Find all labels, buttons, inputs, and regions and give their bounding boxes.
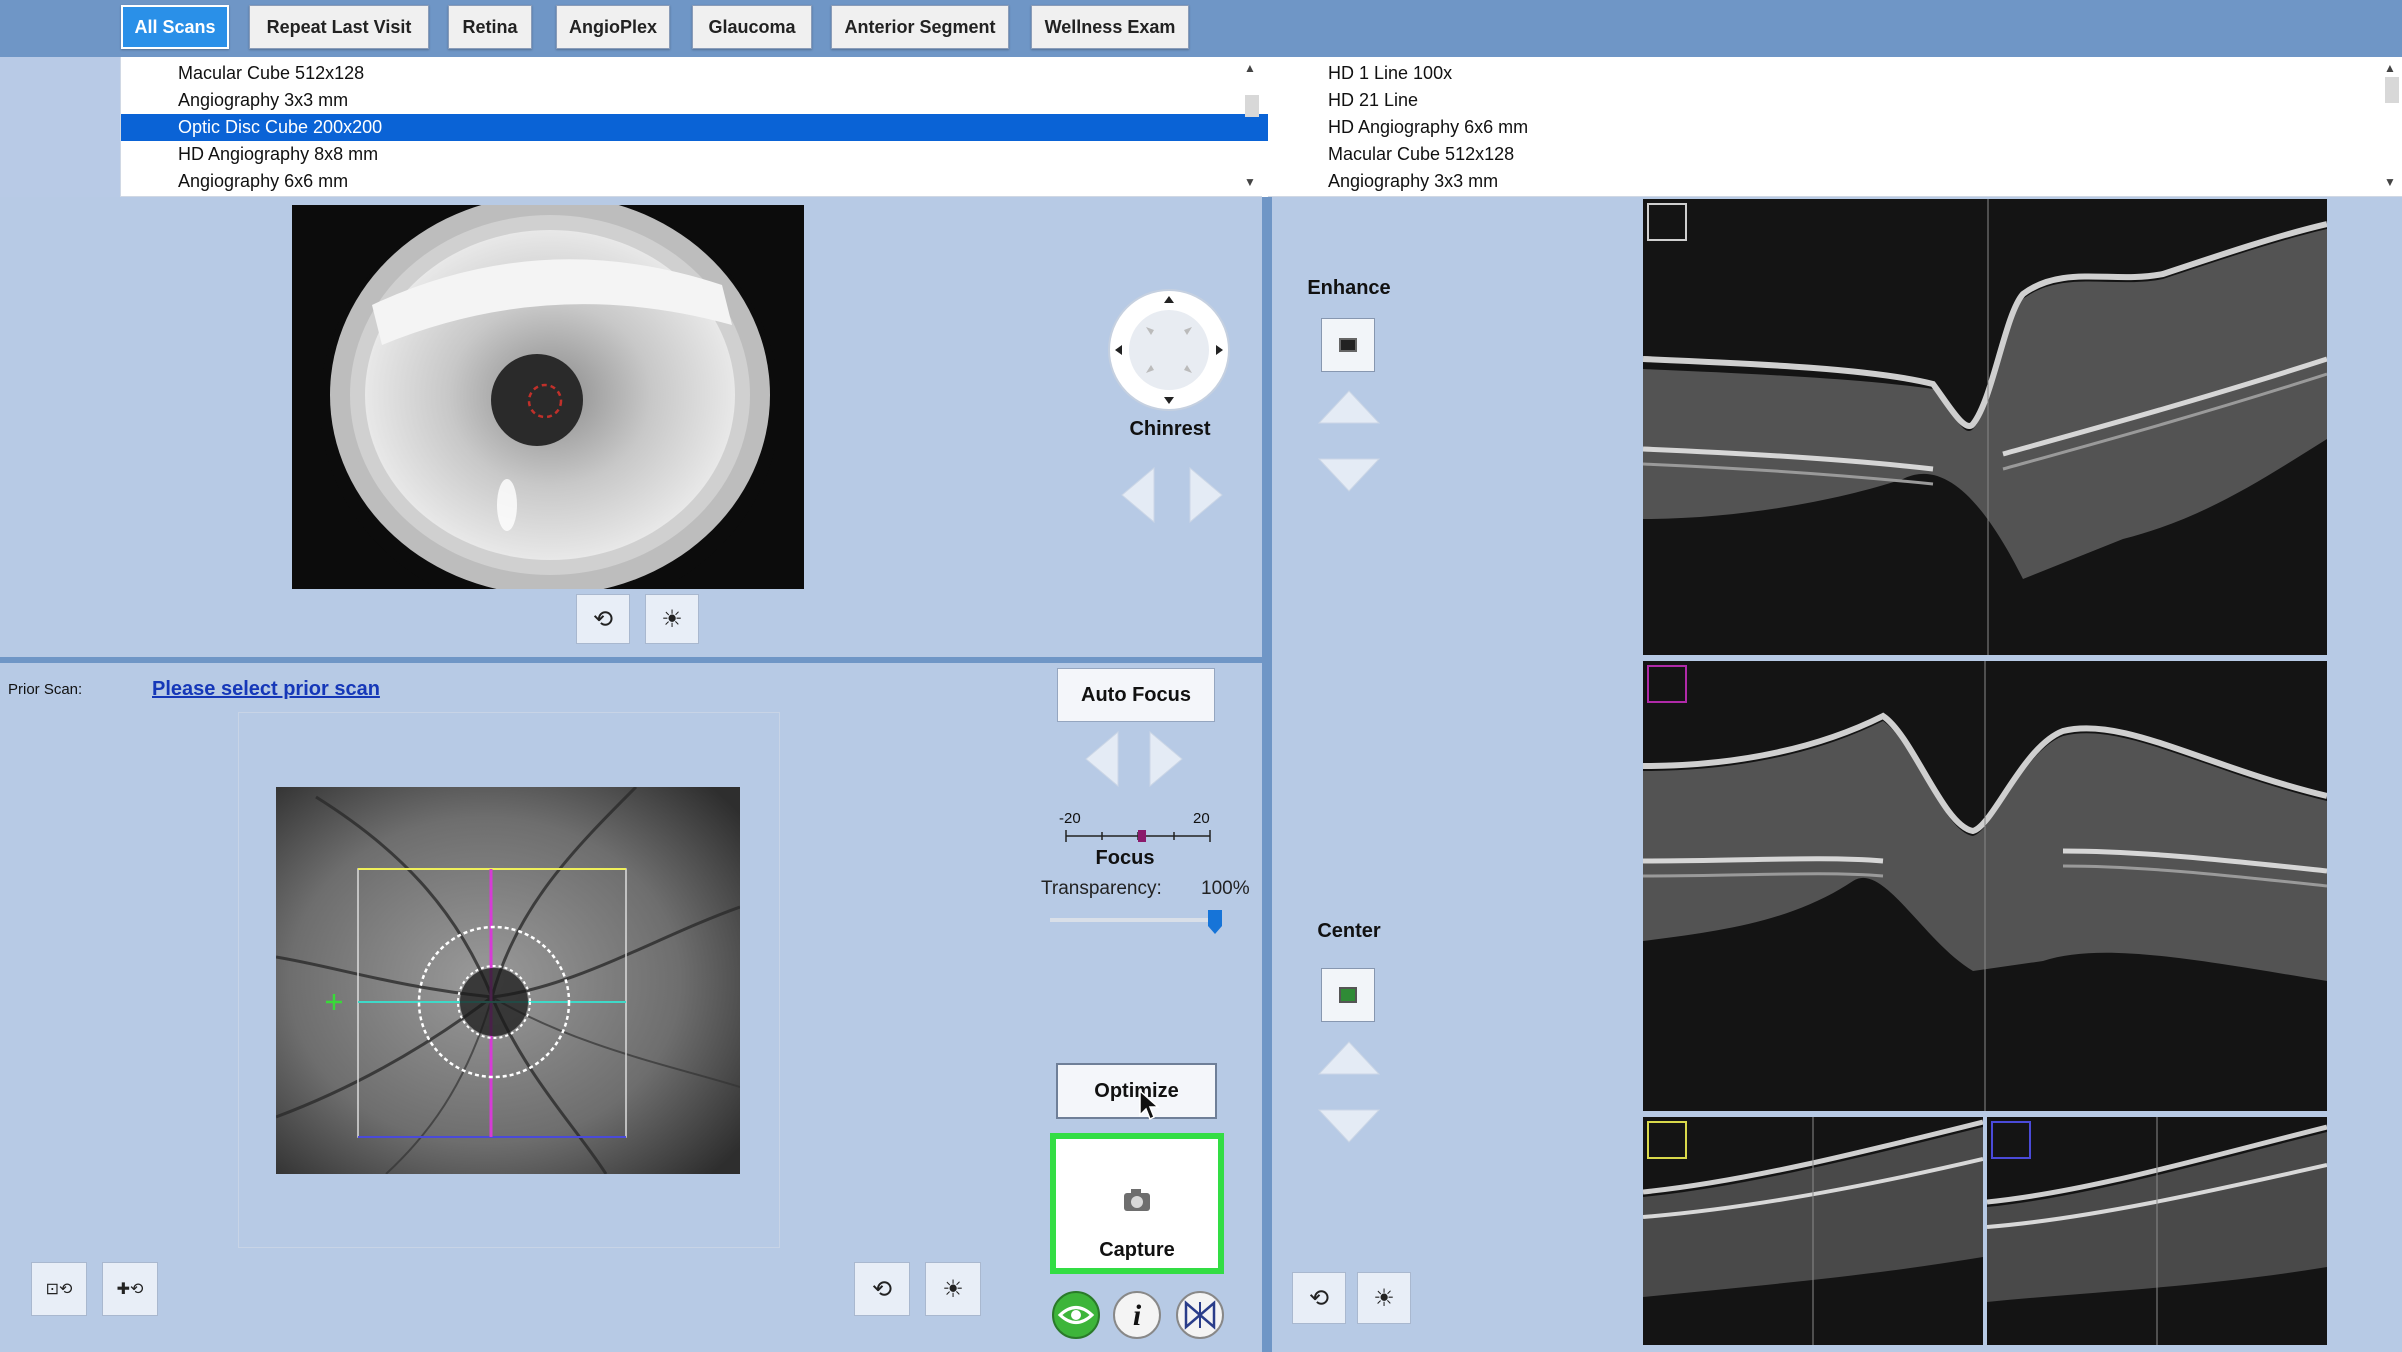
brightness-icon: ☀ — [942, 1275, 964, 1303]
transparency-value: 100% — [1201, 878, 1250, 899]
undo-icon: ⟲ — [592, 605, 614, 633]
chinrest-label: Chinrest — [1129, 418, 1211, 440]
scan-protocol-list[interactable]: Macular Cube 512x128 Angiography 3x3 mm … — [120, 57, 1296, 197]
oct-scan-direction-icon — [1647, 1121, 1687, 1159]
add-scan-undo-button[interactable]: ✚⟲ — [102, 1262, 158, 1316]
oct-scan-direction-icon — [1991, 1121, 2031, 1159]
scroll-thumb[interactable] — [2385, 77, 2399, 103]
scroll-up-icon[interactable]: ▲ — [2384, 61, 2396, 75]
center-button[interactable] — [1321, 968, 1375, 1022]
scan-category-bar: All Scans Repeat Last Visit Retina Angio… — [0, 0, 2402, 57]
list-item[interactable]: HD Angiography 6x6 mm — [1268, 114, 2402, 141]
add-scan-icon: ✚⟲ — [116, 1281, 144, 1298]
iris-camera-image[interactable] — [292, 205, 804, 589]
enhance-icon — [1339, 338, 1357, 352]
capture-label: Capture — [1099, 1239, 1175, 1261]
list-item[interactable]: Macular Cube 512x128 — [121, 60, 1296, 87]
enhance-arrows[interactable] — [1317, 387, 1381, 495]
brightness-button[interactable]: ☀ — [925, 1262, 981, 1316]
focus-max-label: 20 — [1193, 810, 1210, 827]
undo-button[interactable]: ⟲ — [854, 1262, 910, 1316]
scroll-thumb[interactable] — [1245, 95, 1259, 117]
optimize-button[interactable]: Optimize — [1056, 1063, 1217, 1119]
swap-scan-icon: ⊡⟲ — [45, 1281, 73, 1298]
auto-focus-button[interactable]: Auto Focus — [1057, 668, 1215, 722]
scroll-down-icon[interactable]: ▼ — [2384, 175, 2396, 189]
transparency-label: Transparency: — [1041, 878, 1162, 899]
slider-thumb — [1208, 910, 1222, 934]
tab-all-scans[interactable]: All Scans — [121, 5, 229, 49]
oct-scan-direction-icon — [1647, 203, 1687, 241]
list-item[interactable]: Angiography 3x3 mm — [121, 87, 1296, 114]
list-margin — [0, 57, 120, 197]
camera-icon — [1122, 1187, 1152, 1213]
info-button[interactable]: i — [1112, 1290, 1162, 1340]
prior-scan-undo-button[interactable]: ⊡⟲ — [31, 1262, 87, 1316]
scan-layout-button[interactable] — [1174, 1290, 1226, 1340]
undo-icon: ⟲ — [871, 1275, 893, 1303]
oct-bscan-horizontal[interactable] — [1643, 199, 2327, 655]
oct-bscan-small-right[interactable] — [1987, 1117, 2327, 1345]
list-scrollbar[interactable]: ▲ ▼ — [1240, 57, 1262, 197]
enhance-button[interactable] — [1321, 318, 1375, 372]
center-arrows[interactable] — [1317, 1038, 1381, 1146]
mouse-cursor-icon — [1138, 1089, 1162, 1123]
list-item[interactable]: Macular Cube 512x128 — [1268, 141, 2402, 168]
oct-scan-direction-icon — [1647, 665, 1687, 703]
list-scrollbar[interactable]: ▲ ▼ — [2380, 57, 2402, 197]
tab-anterior-segment[interactable]: Anterior Segment — [831, 5, 1009, 49]
focus-scale[interactable] — [1062, 826, 1214, 846]
tab-repeat-last-visit[interactable]: Repeat Last Visit — [249, 5, 429, 49]
focus-marker[interactable] — [1138, 830, 1146, 842]
eye-tracking-button[interactable] — [1050, 1290, 1102, 1340]
focus-label: Focus — [1095, 847, 1155, 869]
capture-button[interactable]: Capture — [1050, 1133, 1224, 1274]
eye-tracking-icon — [1052, 1291, 1100, 1339]
center-label: Center — [1317, 920, 1381, 942]
oct-brightness-button[interactable]: ☀ — [1357, 1272, 1411, 1324]
scroll-down-icon[interactable]: ▼ — [1244, 175, 1256, 189]
list-item[interactable]: HD 21 Line — [1268, 87, 2402, 114]
center-icon — [1339, 987, 1357, 1003]
tab-retina[interactable]: Retina — [448, 5, 532, 49]
list-item[interactable]: HD Angiography 8x8 mm — [121, 141, 1296, 168]
select-prior-scan-link[interactable]: Please select prior scan — [152, 678, 380, 701]
oct-bscan-vertical[interactable] — [1643, 661, 2327, 1111]
tab-angioplex[interactable]: AngioPlex — [556, 5, 670, 49]
list-item[interactable]: Angiography 6x6 mm — [121, 168, 1296, 195]
oct-undo-button[interactable]: ⟲ — [1292, 1272, 1346, 1324]
hourglass-icon — [1176, 1291, 1224, 1339]
undo-icon: ⟲ — [1308, 1284, 1330, 1312]
chinrest-joystick[interactable] — [1106, 287, 1232, 413]
transparency-slider[interactable] — [1048, 909, 1226, 937]
undo-button[interactable]: ⟲ — [576, 594, 630, 644]
brightness-icon: ☀ — [1373, 1284, 1395, 1312]
scroll-up-icon[interactable]: ▲ — [1244, 61, 1256, 75]
recent-scan-list[interactable]: HD 1 Line 100x HD 21 Line HD Angiography… — [1268, 57, 2402, 197]
focus-arrows[interactable] — [1082, 730, 1186, 788]
enhance-label: Enhance — [1307, 277, 1391, 299]
list-item[interactable]: HD 1 Line 100x — [1268, 60, 2402, 87]
panel-divider — [1262, 197, 1272, 1352]
brightness-icon: ☀ — [661, 605, 683, 633]
list-item-selected[interactable]: Optic Disc Cube 200x200 — [121, 114, 1296, 141]
brightness-button[interactable]: ☀ — [645, 594, 699, 644]
tab-glaucoma[interactable]: Glaucoma — [692, 5, 812, 49]
list-item[interactable]: Angiography 3x3 mm — [1268, 168, 2402, 195]
svg-text:i: i — [1133, 1299, 1142, 1332]
prior-scan-label: Prior Scan: — [8, 681, 83, 698]
tab-wellness-exam[interactable]: Wellness Exam — [1031, 5, 1189, 49]
focus-min-label: -20 — [1059, 810, 1081, 827]
chinrest-horizontal-arrows[interactable] — [1118, 466, 1226, 524]
info-icon: i — [1113, 1291, 1161, 1339]
oct-bscan-small-left[interactable] — [1643, 1117, 1983, 1345]
fundus-image[interactable] — [276, 787, 740, 1174]
